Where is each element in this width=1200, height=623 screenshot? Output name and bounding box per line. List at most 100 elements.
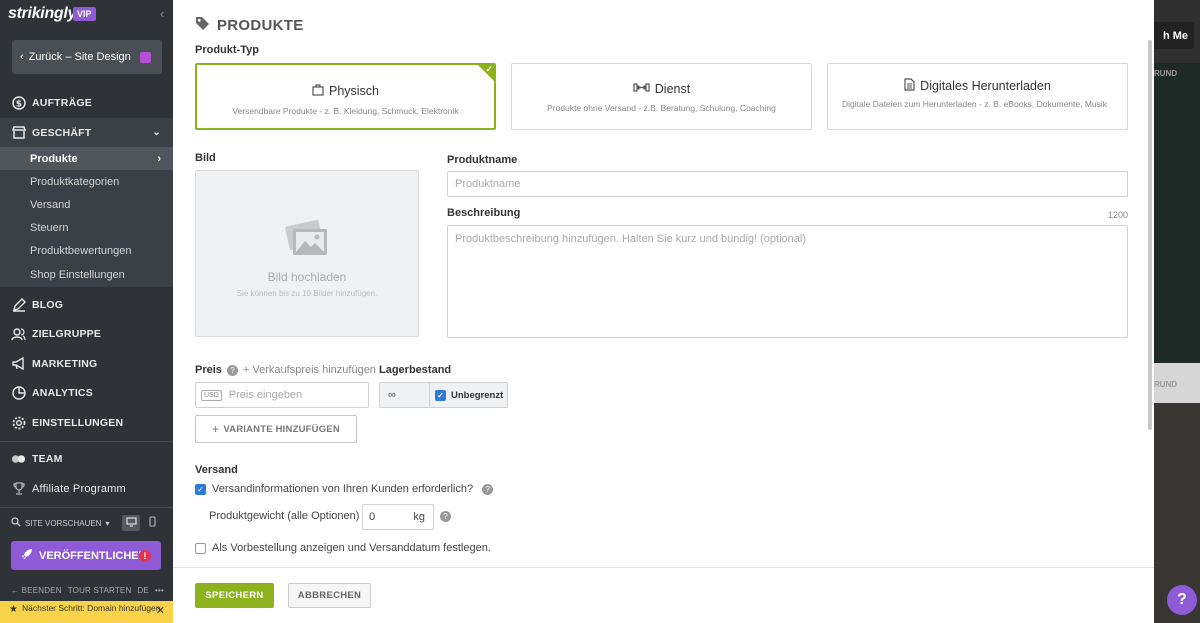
preview-dark-section [1154,63,1200,363]
product-type-service[interactable]: Dienst Produkte ohne Versand - z.B. Bera… [511,63,812,130]
add-sale-price-link[interactable]: + Verkaufspreis hinzufügen [243,364,376,376]
type-description: Produkte ohne Versand - z.B. Beratung, S… [547,103,776,113]
site-preview-background: h Me RUND RUND ? [1154,0,1200,623]
nav-affiliate[interactable]: Affiliate Programm [0,474,173,503]
add-variant-button[interactable]: + VARIANTE HINZUFÜGEN [195,415,357,443]
nav-blog[interactable]: BLOG [0,290,173,319]
cancel-button[interactable]: ABBRECHEN [288,583,371,608]
store-icon [11,125,26,140]
strikingly-logo[interactable]: strikingly [8,5,76,23]
unlimited-stock-toggle[interactable]: ✓ Unbegrenzt [430,382,508,408]
mobile-preview-button[interactable] [143,515,161,531]
nav-business[interactable]: GESCHÄFT ⌄ [0,118,173,147]
weight-input[interactable]: 0 kg [362,504,434,530]
more-options-icon[interactable]: ••• [155,586,164,595]
help-icon[interactable]: ? [440,511,451,522]
help-button[interactable]: ? [1167,585,1197,615]
next-step-text: Nächster Schritt: Domain hinzufügen [22,603,161,613]
tag-icon [195,16,210,35]
svg-text:$: $ [15,99,21,109]
publish-button[interactable]: VERÖFFENTLICHEN ! [11,541,161,570]
back-button-label: Zurück – Site Design [28,51,131,63]
unlimited-checkbox[interactable]: ✓ [435,389,446,401]
collapse-sidebar-icon[interactable]: ‹ [160,6,164,21]
preorder-checkbox[interactable] [195,542,206,554]
shipping-info-label: Versandinformationen von Ihren Kunden er… [212,483,474,495]
site-preview-dropdown[interactable]: SITE VORSCHAUEN ▾ [11,517,109,529]
product-name-input[interactable]: Produktname [447,171,1128,197]
pen-icon [11,297,26,312]
sidebar-item-products[interactable]: Produkte › [0,147,173,170]
help-icon[interactable]: ? [482,483,494,495]
nav-settings[interactable]: EINSTELLUNGEN [0,408,173,437]
product-type-physical[interactable]: ✓ Physisch Versendbare Produkte - z. B. … [195,63,496,130]
sidebar-item-shop-settings[interactable]: Shop Einstellungen [0,262,173,287]
nav-audience[interactable]: ZIELGRUPPE [0,319,173,348]
back-to-site-design-button[interactable]: ‹ Zurück – Site Design [12,40,162,74]
nav-orders[interactable]: $ AUFTRÄGE [0,88,173,117]
stock-label: Lagerbestand [379,364,452,376]
team-icon [11,451,26,466]
nav-analytics[interactable]: ANALYTICS [0,378,173,407]
description-char-counter: 1200 [1108,210,1129,220]
dollar-icon: $ [11,95,26,110]
stock-quantity-input[interactable]: ∞ [379,382,430,408]
scrollbar[interactable] [1148,40,1152,430]
preorder-row[interactable]: Als Vorbestellung anzeigen und Versandda… [195,542,491,554]
upload-title: Bild hochladen [267,270,347,284]
save-button[interactable]: SPEICHERN [195,583,274,608]
nav-marketing[interactable]: MARKETING [0,349,173,378]
chevron-right-icon: › [157,152,161,165]
chevron-left-icon: ‹ [20,51,24,63]
shipping-info-checkbox[interactable]: ✓ [195,483,206,495]
help-icon[interactable]: ? [226,364,238,376]
sidebar-item-label: Produktbewertungen [30,244,132,257]
sidebar-item-label: Shop Einstellungen [30,268,125,281]
bag-icon [312,83,324,99]
type-description: Versendbare Produkte - z. B. Kleidung, S… [232,106,459,116]
sidebar-item-shipping[interactable]: Versand [0,193,173,216]
product-type-digital[interactable]: Digitales Herunterladen Digitale Dateien… [827,63,1128,130]
divider [0,507,173,508]
desktop-preview-button[interactable] [122,515,140,531]
language-selector[interactable]: DE [137,586,149,595]
page-title-text: PRODUKTE [217,17,304,34]
preview-background-label: RUND [1154,69,1178,78]
price-placeholder: Preis eingeben [228,389,303,401]
sidebar-item-taxes[interactable]: Steuern [0,216,173,239]
type-title: Digitales Herunterladen [920,79,1051,93]
close-icon[interactable]: ✕ [156,606,165,617]
type-description: Digitale Dateien zum Herunterladen - z. … [842,99,1108,109]
dumbbell-icon [633,82,650,96]
search-icon [11,517,21,529]
vip-badge: VIP [73,7,96,21]
type-title: Dienst [654,82,691,96]
caret-down-icon: ▾ [105,518,110,528]
nav-audience-label: ZIELGRUPPE [32,327,102,340]
megaphone-icon [11,356,26,371]
desktop-icon [125,514,137,532]
upload-subtitle: Sie können bis zu 10 Bilder hinzufügen. [236,289,378,298]
sidebar: strikingly VIP ‹ ‹ Zurück – Site Design … [0,0,173,623]
start-tour-link[interactable]: TOUR STARTEN [68,586,132,595]
sidebar-item-product-reviews[interactable]: Produktbewertungen [0,239,173,262]
rocket-icon [21,548,33,563]
weight-label: Produktgewicht (alle Optionen) [209,510,359,522]
sidebar-item-product-categories[interactable]: Produktkategorien [0,170,173,193]
price-input[interactable]: USD Preis eingeben [195,382,369,408]
end-tour-link[interactable]: ← BEENDEN [11,586,62,595]
next-step-banner[interactable]: ★ Nächster Schritt: Domain hinzufügen ✕ [0,601,173,623]
page-title: PRODUKTE [195,16,304,35]
site-design-icon [139,51,151,63]
product-name-label: Produktname [447,154,518,166]
price-label: Preis [195,364,222,376]
nav-marketing-label: MARKETING [32,357,98,370]
description-textarea[interactable]: Produktbeschreibung hinzufügen. Halten S… [447,225,1128,338]
shipping-info-row[interactable]: ✓ Versandinformationen von Ihren Kunden … [195,483,494,495]
nav-analytics-label: ANALYTICS [32,386,93,399]
mobile-icon [148,514,156,532]
shipping-label: Versand [195,464,238,476]
sidebar-item-label: Produktkategorien [30,175,120,188]
image-upload-area[interactable]: Bild hochladen Sie können bis zu 10 Bild… [195,170,419,337]
nav-team[interactable]: TEAM [0,444,173,473]
